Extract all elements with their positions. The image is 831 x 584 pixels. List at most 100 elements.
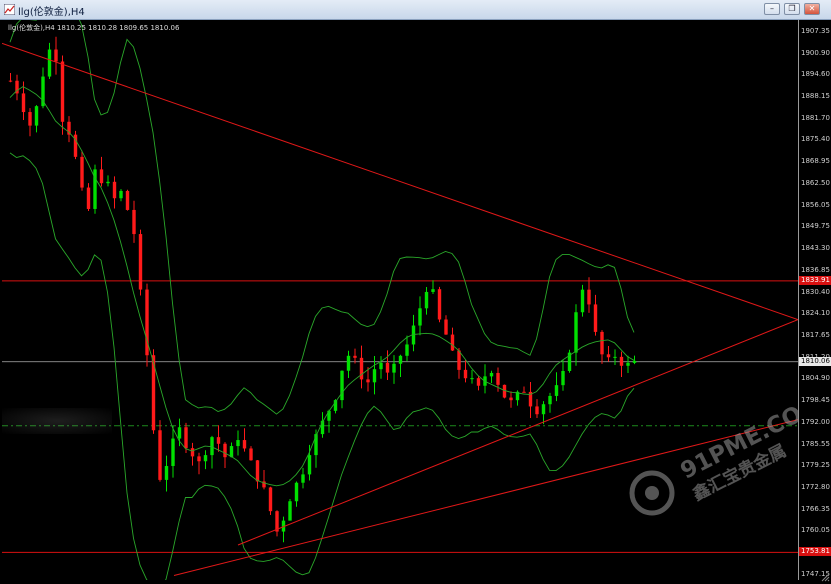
price-tick-label: 1760.05 (801, 526, 830, 535)
candle-body (372, 369, 377, 383)
candle-body (470, 378, 474, 380)
candle-body (106, 181, 110, 184)
candle-body (580, 289, 585, 313)
candle-body (385, 362, 390, 373)
candle-body (190, 448, 195, 457)
price-tick-label: 1779.25 (801, 461, 830, 470)
candle-body (522, 391, 526, 393)
candle-body (301, 474, 305, 483)
candle-body (593, 304, 598, 332)
candle-body (99, 169, 104, 184)
candle-body (561, 370, 565, 386)
candle-body (21, 93, 26, 113)
candle-body (288, 501, 292, 521)
candle-body (346, 355, 351, 371)
candle-body (164, 465, 169, 480)
candle-body (496, 372, 500, 385)
candle-body (132, 209, 136, 235)
price-tick-label: 1836.85 (801, 265, 830, 274)
price-tick-label: 1817.65 (801, 331, 830, 340)
price-tick-label: 1856.05 (801, 200, 830, 209)
price-tick-label: 1804.90 (801, 374, 830, 383)
lower-band-line (9, 152, 635, 584)
candle-body (431, 289, 435, 292)
candle-body (632, 360, 637, 363)
candle-body (47, 49, 52, 77)
candle-body (450, 334, 455, 351)
candle-body (626, 362, 630, 366)
price-tag-label: 1810.06 (799, 356, 831, 366)
minimize-button[interactable]: – (764, 3, 780, 15)
title-bar[interactable]: llg(伦敦金),H4 – ❐ ✕ (0, 0, 831, 20)
price-tick-label: 1862.50 (801, 179, 830, 188)
candle-body (398, 355, 403, 364)
candle-body (463, 369, 468, 379)
candle-body (541, 404, 546, 415)
candle-body (210, 437, 214, 456)
window-title: llg(伦敦金),H4 (18, 7, 85, 18)
candle-body (606, 354, 611, 358)
resize-grip-icon[interactable] (820, 572, 830, 582)
price-tick-label: 1849.75 (801, 222, 830, 231)
price-axis[interactable]: 1907.35 1900.90 1894.60 1888.15 1881.70 1875.… (798, 20, 831, 580)
restore-button[interactable]: ❐ (784, 3, 800, 15)
close-button[interactable]: ✕ (804, 3, 820, 15)
candle-body (28, 112, 32, 126)
candle-body (613, 356, 617, 358)
chart-icon (4, 4, 15, 15)
candle-body (255, 460, 260, 482)
candle-body (535, 406, 539, 415)
candle-body (125, 190, 130, 210)
candle-body (600, 331, 604, 355)
candle-body (548, 395, 552, 405)
candle-body (587, 289, 591, 305)
candle-body (249, 448, 253, 461)
candle-body (424, 291, 429, 309)
price-tick-label: 1888.15 (801, 92, 830, 101)
symbol-info-line: llg(伦敦金),H4 1810.25 1810.28 1809.65 1810… (8, 24, 180, 32)
candle-body (268, 487, 273, 512)
candle-body (184, 427, 188, 449)
price-tick-label: 1875.40 (801, 135, 830, 144)
candle-body (509, 397, 513, 401)
candle-body (8, 80, 13, 82)
candle-body (366, 379, 370, 383)
candle-body (171, 438, 175, 466)
candle-body (353, 355, 357, 358)
candle-body (203, 455, 208, 462)
candle-body (359, 357, 364, 380)
price-tag-label: 1833.91 (799, 275, 831, 285)
candle-body (379, 362, 383, 370)
candle-body (242, 440, 247, 449)
candle-body (418, 308, 422, 326)
candle-body (86, 187, 91, 209)
candle-body (60, 61, 65, 122)
candle-body (437, 289, 442, 320)
candle-body (80, 156, 84, 188)
candle-body (405, 344, 409, 356)
triangle-upper-trendline (1, 42, 799, 321)
candle-body (554, 385, 559, 396)
price-tick-label: 1766.35 (801, 504, 830, 513)
price-tag-label: 1753.81 (799, 547, 831, 557)
candle-body (236, 440, 240, 447)
candle-body (41, 76, 45, 107)
candle-body (340, 370, 344, 401)
candle-body (619, 356, 624, 366)
price-tick-label: 1907.35 (801, 27, 830, 35)
price-tick-label: 1900.90 (801, 48, 830, 57)
candle-body (476, 378, 481, 386)
candle-body (216, 437, 221, 444)
candle-body (307, 455, 312, 475)
price-tick-label: 1830.40 (801, 287, 830, 296)
watermark-logo: 91PME.COM 鑫汇宝贵金属 (629, 398, 798, 516)
obscured-region (2, 408, 112, 434)
candle-body (112, 181, 117, 199)
candle-body (223, 443, 227, 458)
price-tick-label: 1894.60 (801, 70, 830, 79)
candle-body (34, 106, 39, 126)
price-tick-label: 1792.00 (801, 417, 830, 426)
price-tick-label: 1772.80 (801, 483, 830, 492)
price-tick-label: 1868.95 (801, 157, 830, 166)
candle-body (489, 372, 494, 377)
